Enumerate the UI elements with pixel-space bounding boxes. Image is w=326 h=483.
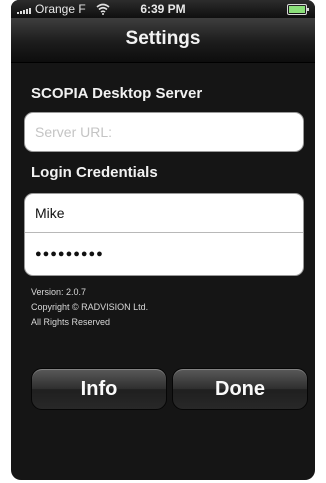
battery-icon (287, 4, 309, 15)
phone-screen: Orange F 6:39 PM Settings SCOPIA Desktop… (11, 0, 315, 480)
server-section-header: SCOPIA Desktop Server (31, 85, 203, 102)
status-bar: Orange F 6:39 PM (11, 0, 315, 18)
version-label: Version: 2.0.7 (31, 287, 87, 297)
login-field-group: Mike ●●●●●●●●● (24, 193, 304, 276)
rights-label: All Rights Reserved (31, 317, 111, 327)
status-time: 6:39 PM (140, 2, 186, 16)
navigation-bar: Settings (11, 18, 315, 63)
server-field-group: Server URL: (24, 112, 304, 152)
server-url-input[interactable]: Server URL: (25, 113, 303, 151)
login-section-header: Login Credentials (31, 164, 158, 181)
done-button[interactable]: Done (172, 368, 308, 410)
copyright-label: Copyright © RADVISION Ltd. (31, 302, 149, 312)
password-input[interactable]: ●●●●●●●●● (25, 232, 303, 275)
info-button[interactable]: Info (31, 368, 167, 410)
about-info: Version: 2.0.7 Copyright © RADVISION Ltd… (31, 285, 148, 330)
username-input[interactable]: Mike (25, 194, 303, 232)
page-title: Settings (125, 28, 201, 49)
